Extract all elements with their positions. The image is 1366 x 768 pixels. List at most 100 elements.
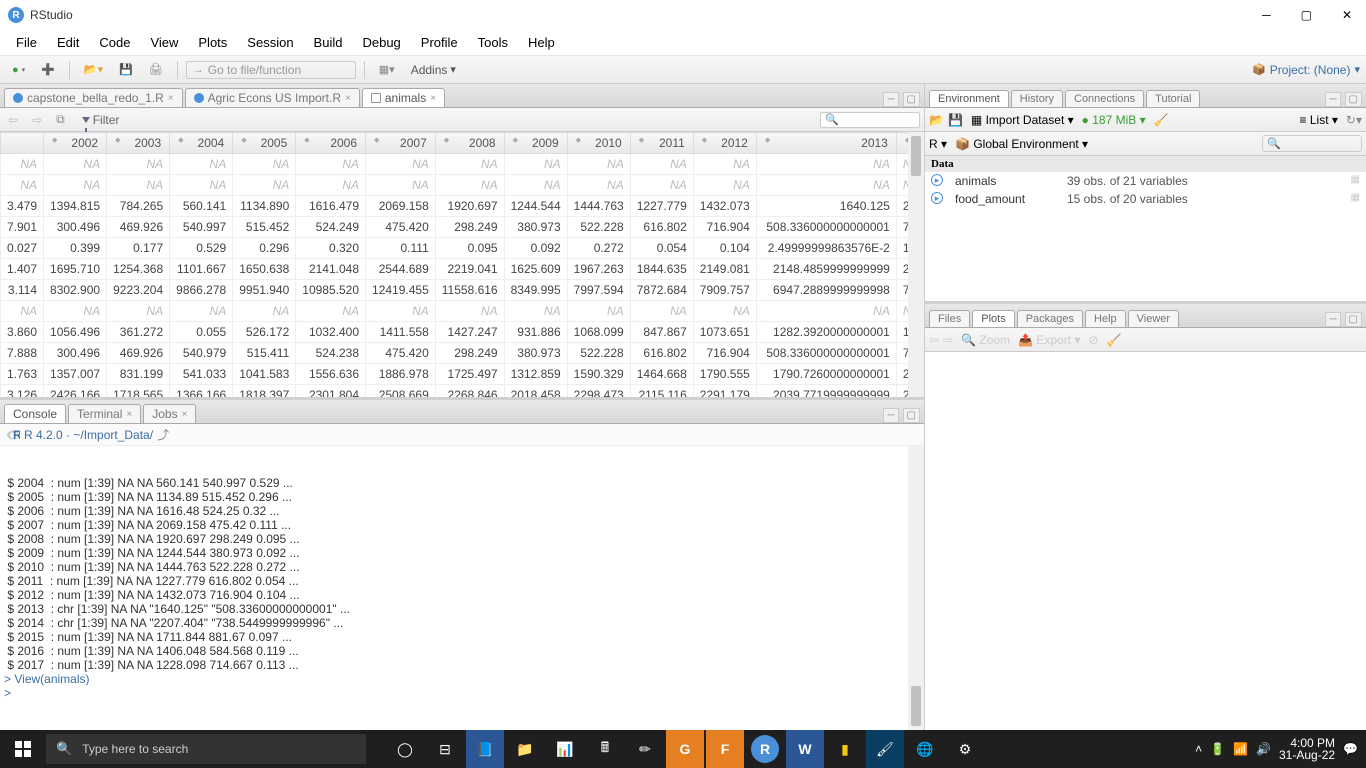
- plots-minimize-button[interactable]: ─: [1325, 312, 1340, 327]
- view-table-icon[interactable]: ▦: [1351, 174, 1360, 188]
- table-row[interactable]: 1.4071695.7101254.3681101.6671650.638214…: [1, 259, 925, 280]
- tab-terminal[interactable]: Terminal ×: [68, 404, 141, 423]
- grid-button[interactable]: ▦▾: [373, 61, 401, 78]
- new-file-button[interactable]: ●▾: [6, 62, 31, 78]
- cortana-button[interactable]: ⊟: [426, 730, 464, 768]
- tab-connections[interactable]: Connections: [1065, 90, 1144, 107]
- calculator-button[interactable]: 🖩: [586, 730, 624, 768]
- taskbar-app-5[interactable]: 🖌: [866, 730, 904, 768]
- env-search-input[interactable]: 🔍: [1262, 135, 1362, 152]
- menu-help[interactable]: Help: [518, 31, 565, 54]
- export-button[interactable]: 📤 Export ▾: [1018, 333, 1080, 347]
- env-maximize-button[interactable]: ▢: [1345, 92, 1362, 107]
- import-dataset-button[interactable]: ▦ Import Dataset ▾: [971, 113, 1074, 127]
- table-row[interactable]: 3.1148302.9009223.2049866.2789951.940109…: [1, 280, 925, 301]
- view-table-icon[interactable]: ▦: [1351, 192, 1360, 206]
- column-header[interactable]: ◆2010: [567, 133, 630, 154]
- console-output[interactable]: $ 2004 : num [1:39] NA NA 560.141 540.99…: [0, 446, 924, 730]
- r-scope-button[interactable]: R ▾: [929, 137, 947, 151]
- close-tab-icon[interactable]: ×: [168, 93, 174, 104]
- console-vertical-scrollbar[interactable]: [908, 446, 924, 730]
- project-selector[interactable]: 📦 Project: (None) ▾: [1252, 63, 1360, 77]
- memory-usage[interactable]: ● 187 MiB ▾: [1082, 113, 1146, 127]
- column-header[interactable]: ◆2012: [693, 133, 756, 154]
- taskbar-app-6[interactable]: ⚙: [946, 730, 984, 768]
- wifi-icon[interactable]: 📶: [1233, 742, 1248, 756]
- new-project-button[interactable]: ➕: [35, 61, 61, 78]
- table-row[interactable]: NANANANANANANANANANANANANANANANA: [1, 154, 925, 175]
- env-item[interactable]: ▸animals39 obs. of 21 variables▦: [925, 172, 1366, 190]
- table-row[interactable]: 3.4791394.815784.265560.1411134.8901616.…: [1, 196, 925, 217]
- addins-button[interactable]: Addins ▾: [405, 61, 462, 79]
- remove-plot-button[interactable]: ⊘: [1088, 333, 1098, 347]
- print-button[interactable]: 🖨: [143, 61, 169, 78]
- notifications-button[interactable]: 💬: [1343, 742, 1358, 756]
- table-row[interactable]: 3.1262426.1661718.5651366.1661818.397230…: [1, 385, 925, 398]
- refresh-env-button[interactable]: ↻▾: [1346, 113, 1362, 127]
- clear-plots-button[interactable]: 🧹: [1106, 333, 1121, 347]
- taskbar-clock[interactable]: 4:00 PM 31-Aug-22: [1279, 737, 1335, 761]
- close-tab-icon[interactable]: ×: [345, 93, 351, 104]
- battery-icon[interactable]: 🔋: [1210, 742, 1225, 756]
- zoom-button[interactable]: 🔍 Zoom: [961, 333, 1010, 347]
- save-workspace-button[interactable]: 💾: [948, 113, 963, 127]
- rstudio-taskbar-button[interactable]: R: [751, 735, 779, 763]
- powerbi-button[interactable]: ▮: [826, 730, 864, 768]
- env-item[interactable]: ▸food_amount15 obs. of 20 variables▦: [925, 190, 1366, 208]
- expand-icon[interactable]: ▸: [931, 174, 943, 186]
- system-tray[interactable]: ˄ 🔋 📶 🔊 4:00 PM 31-Aug-22 💬: [1187, 737, 1366, 761]
- column-header[interactable]: ◆2008: [435, 133, 504, 154]
- console-maximize-button[interactable]: ▢: [903, 408, 920, 423]
- list-view-button[interactable]: ≡ List ▾: [1300, 113, 1338, 127]
- table-row[interactable]: NANANANANANANANANANANANANANANANA: [1, 301, 925, 322]
- source-maximize-button[interactable]: ▢: [903, 92, 920, 107]
- chrome-button[interactable]: 🌐: [906, 730, 944, 768]
- plot-back-button[interactable]: ⇦: [929, 333, 939, 347]
- taskbar-app-4[interactable]: F: [706, 730, 744, 768]
- expand-icon[interactable]: ▸: [931, 192, 943, 204]
- column-header[interactable]: ◆2011: [630, 133, 693, 154]
- menu-plots[interactable]: Plots: [188, 31, 237, 54]
- console-path-dropdown[interactable]: ⤴: [157, 426, 169, 443]
- menu-build[interactable]: Build: [304, 31, 353, 54]
- menu-view[interactable]: View: [140, 31, 188, 54]
- menu-file[interactable]: File: [6, 31, 47, 54]
- column-header[interactable]: ◆2007: [366, 133, 436, 154]
- file-explorer-button[interactable]: 📁: [506, 730, 544, 768]
- table-row[interactable]: 7.901300.496469.926540.997515.452524.249…: [1, 217, 925, 238]
- start-button[interactable]: [0, 730, 46, 768]
- column-header[interactable]: ◆2013: [756, 133, 896, 154]
- plot-forward-button[interactable]: ⇨: [943, 333, 953, 347]
- open-file-button[interactable]: 📂▾: [78, 61, 109, 78]
- maximize-button[interactable]: ▢: [1295, 6, 1318, 24]
- forward-button[interactable]: ⇨: [28, 113, 46, 127]
- column-header[interactable]: ◆2002: [44, 133, 107, 154]
- console-minimize-button[interactable]: ─: [883, 408, 898, 423]
- taskbar-app-2[interactable]: ✏: [626, 730, 664, 768]
- plots-maximize-button[interactable]: ▢: [1345, 312, 1362, 327]
- tray-chevron-up-icon[interactable]: ˄: [1195, 742, 1202, 756]
- load-workspace-button[interactable]: 📂: [929, 113, 944, 127]
- taskbar-search[interactable]: 🔍 Type here to search: [46, 734, 366, 764]
- taskbar-app-1[interactable]: 📘: [466, 730, 504, 768]
- tab-jobs[interactable]: Jobs ×: [143, 404, 196, 423]
- tab-tutorial[interactable]: Tutorial: [1146, 90, 1200, 107]
- tab-environment[interactable]: Environment: [929, 90, 1009, 107]
- tab-help[interactable]: Help: [1085, 310, 1126, 327]
- menu-edit[interactable]: Edit: [47, 31, 89, 54]
- volume-icon[interactable]: 🔊: [1256, 742, 1271, 756]
- close-button[interactable]: ✕: [1336, 6, 1358, 24]
- word-button[interactable]: W: [786, 730, 824, 768]
- env-minimize-button[interactable]: ─: [1325, 92, 1340, 107]
- table-row[interactable]: NANANANANANANANANANANANANANANANA: [1, 175, 925, 196]
- global-env-button[interactable]: 📦 Global Environment ▾: [955, 137, 1088, 151]
- close-tab-icon[interactable]: ×: [430, 93, 436, 104]
- menu-session[interactable]: Session: [237, 31, 303, 54]
- menu-code[interactable]: Code: [89, 31, 140, 54]
- tab-files[interactable]: Files: [929, 310, 970, 327]
- table-row[interactable]: 3.8601056.496361.2720.055526.1721032.400…: [1, 322, 925, 343]
- minimize-button[interactable]: ─: [1256, 6, 1277, 24]
- menu-profile[interactable]: Profile: [411, 31, 468, 54]
- tab-plots[interactable]: Plots: [972, 310, 1014, 327]
- source-tab[interactable]: animals ×: [362, 88, 445, 107]
